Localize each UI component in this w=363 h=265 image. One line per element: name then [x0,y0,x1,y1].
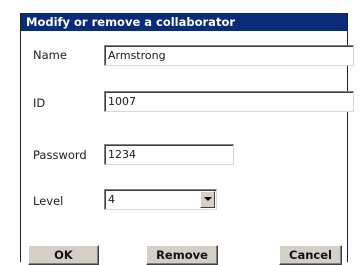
remove-button[interactable]: Remove [146,245,218,265]
collaborator-dialog: Modify or remove a collaborator Name Arm… [20,13,354,265]
level-value: 4 [108,193,115,206]
id-field[interactable]: 1007 [104,91,354,112]
dialog-title: Modify or remove a collaborator [21,13,347,31]
ok-button[interactable]: OK [28,245,99,265]
password-label: Password [33,148,87,162]
chevron-down-icon[interactable] [200,191,215,208]
password-field[interactable]: 1234 [104,144,234,165]
level-select[interactable]: 4 [104,189,217,210]
name-label: Name [33,48,67,62]
cancel-button[interactable]: Cancel [279,245,342,265]
id-label: ID [33,96,46,110]
name-field[interactable]: Armstrong [104,45,354,66]
level-label: Level [33,194,64,208]
